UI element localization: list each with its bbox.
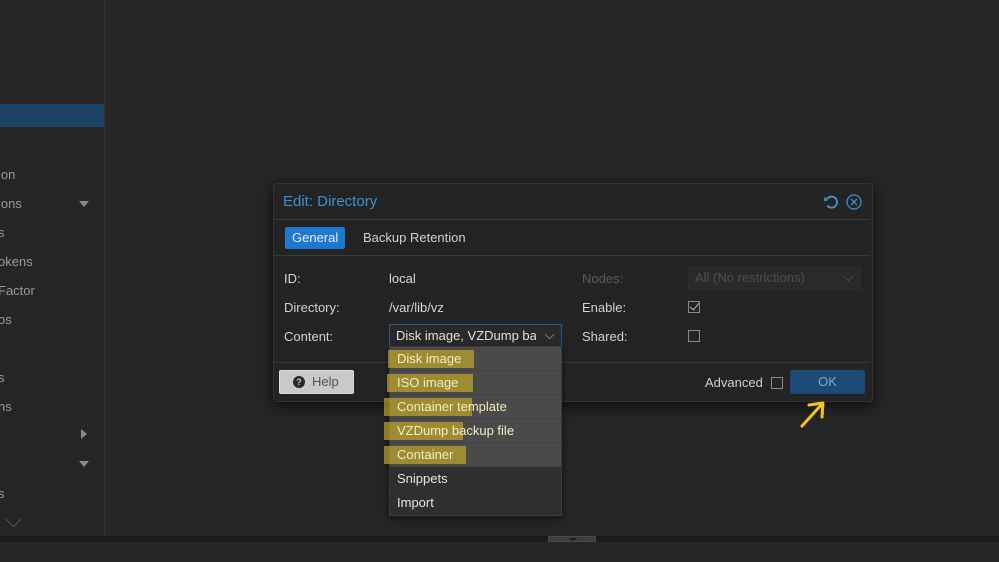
sidebar-item[interactable]: okens (0, 254, 33, 269)
content-dropdown-list: Disk image ISO image Container template … (384, 346, 562, 516)
option-label: VZDump backup file (397, 423, 515, 438)
shared-checkbox[interactable] (688, 330, 700, 342)
content-combobox[interactable]: Disk image, VZDump backup file (389, 324, 562, 348)
reset-icon[interactable] (823, 194, 839, 210)
option-label: ISO image (397, 375, 459, 390)
shared-label: Shared: (582, 329, 628, 344)
sidebar-item[interactable]: s (0, 370, 5, 385)
dropdown-option-iso-image[interactable]: ISO image (387, 371, 561, 395)
expand-arrow-icon[interactable] (81, 429, 87, 439)
help-button[interactable]: ? Help (279, 370, 354, 394)
directory-value: /var/lib/vz (389, 300, 444, 315)
option-label: Container template (397, 399, 507, 414)
question-circle-icon: ? (293, 376, 305, 388)
sidebar-item[interactable]: s (0, 486, 5, 501)
nodes-label: Nodes: (582, 271, 624, 286)
option-label: Container (397, 447, 454, 462)
footer-divider (274, 362, 870, 363)
sidebar-item[interactable]: ns (0, 399, 12, 414)
sidebar-item[interactable]: os (0, 312, 12, 327)
ok-button[interactable]: OK (790, 370, 865, 394)
sidebar-item[interactable]: s (0, 225, 5, 240)
dropdown-option-disk-image[interactable]: Disk image (388, 347, 561, 371)
nodes-combobox-value: All (No restrictions) (695, 270, 805, 285)
dropdown-option-container[interactable]: Container (384, 443, 561, 467)
content-label: Content: (284, 329, 334, 344)
scroll-down-chevron-icon[interactable] (5, 511, 22, 528)
edit-directory-dialog: Edit: Directory General Backup Retention… (273, 183, 873, 402)
tab-bar: General Backup Retention (274, 219, 870, 256)
dropdown-option-container-template[interactable]: Container template (384, 395, 561, 419)
sidebar-item[interactable]: ion (0, 167, 15, 182)
checkmark-icon (689, 300, 700, 311)
content-combobox-value: Disk image, VZDump backup file (396, 328, 536, 343)
help-button-label: Help (312, 374, 339, 389)
sidebar-item[interactable]: ions (0, 196, 22, 211)
dropdown-option-snippets[interactable]: Snippets (390, 467, 561, 491)
dialog-title: Edit: Directory (283, 193, 378, 210)
collapse-down-icon (569, 538, 577, 541)
tab-backup-retention[interactable]: Backup Retention (356, 227, 473, 249)
option-label: Snippets (397, 471, 448, 486)
collapse-arrow-icon[interactable] (79, 461, 89, 467)
sidebar-item[interactable]: Factor (0, 283, 35, 298)
enable-checkbox[interactable] (688, 300, 700, 313)
annotation-arrow-icon (800, 401, 825, 428)
id-value: local (389, 271, 416, 286)
dropdown-option-vzdump-backup-file[interactable]: VZDump backup file (384, 419, 561, 443)
collapse-arrow-icon[interactable] (79, 201, 89, 207)
option-label: Import (397, 495, 434, 510)
advanced-checkbox[interactable] (771, 377, 783, 389)
id-label: ID: (284, 271, 301, 286)
chevron-down-icon (843, 271, 854, 282)
advanced-label: Advanced (705, 375, 763, 390)
resource-tree-sidebar: ion ions s okens Factor os s ns s (0, 0, 105, 536)
tab-general[interactable]: General (285, 227, 346, 249)
chevron-down-icon[interactable] (544, 329, 555, 340)
directory-label: Directory: (284, 300, 340, 315)
log-panel (0, 542, 999, 562)
nodes-combobox: All (No restrictions) (688, 266, 861, 290)
enable-label: Enable: (582, 300, 627, 315)
close-icon[interactable] (846, 194, 862, 210)
dropdown-option-import[interactable]: Import (390, 491, 561, 515)
sidebar-selected-row[interactable] (0, 104, 104, 127)
option-label: Disk image (397, 351, 462, 366)
